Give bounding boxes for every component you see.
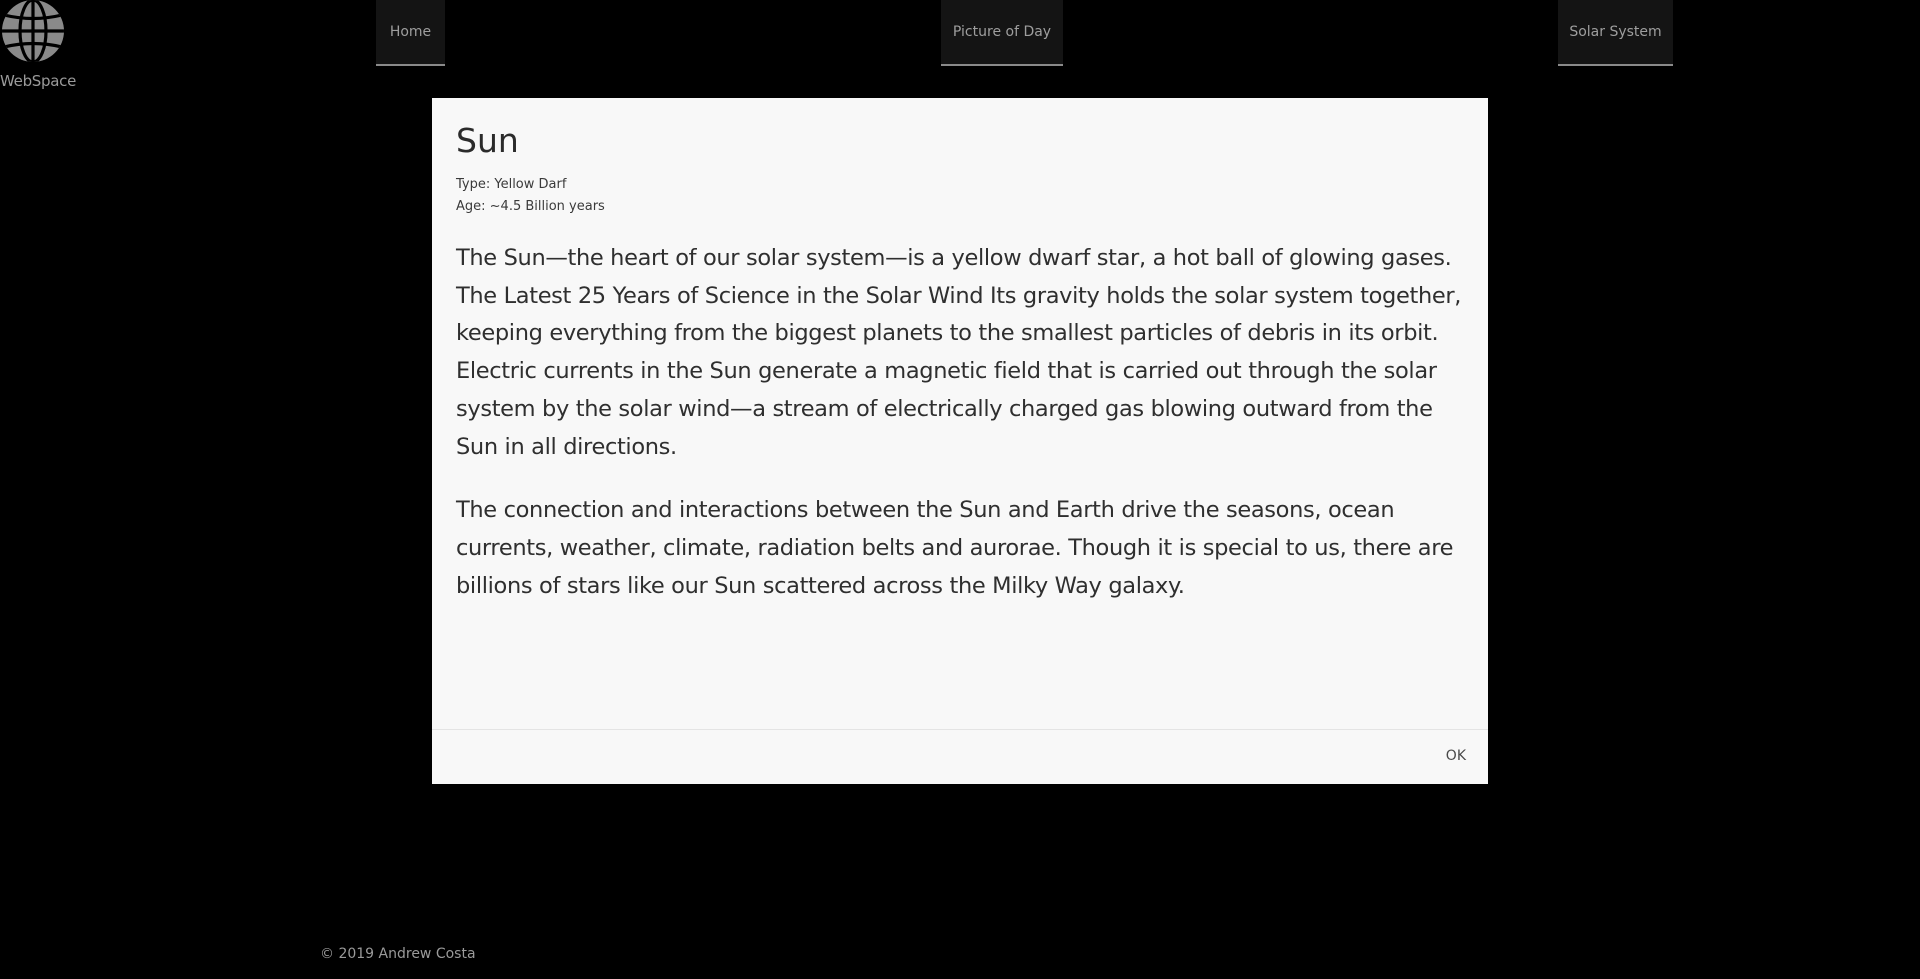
dialog-title: Sun (456, 121, 519, 160)
nav-picture-of-day[interactable]: Picture of Day (941, 0, 1063, 66)
globe-icon (2, 0, 64, 62)
brand-label: WebSpace (0, 72, 77, 90)
dialog-footer: OK (432, 729, 1488, 784)
description-paragraph-2: The connection and interactions between … (456, 497, 1454, 599)
dialog-meta: Type: Yellow Darf Age: ~4.5 Billion year… (456, 174, 1464, 218)
dialog-body: Sun Type: Yellow Darf Age: ~4.5 Billion … (432, 98, 1488, 605)
brand-logo[interactable]: WebSpace (0, 0, 77, 90)
nav-solar-system[interactable]: Solar System (1558, 0, 1673, 66)
description-paragraph-1: The Sun—the heart of our solar system—is… (456, 245, 1462, 460)
planet-dialog: Sun Type: Yellow Darf Age: ~4.5 Billion … (432, 98, 1488, 784)
ok-button[interactable]: OK (1446, 748, 1466, 764)
copyright-text: © 2019 Andrew Costa (320, 946, 476, 962)
type-line: Type: Yellow Darf (456, 177, 567, 192)
nav-home[interactable]: Home (376, 0, 445, 66)
page: WebSpace Home Picture of Day Solar Syste… (0, 0, 1920, 979)
age-line: Age: ~4.5 Billion years (456, 199, 605, 214)
